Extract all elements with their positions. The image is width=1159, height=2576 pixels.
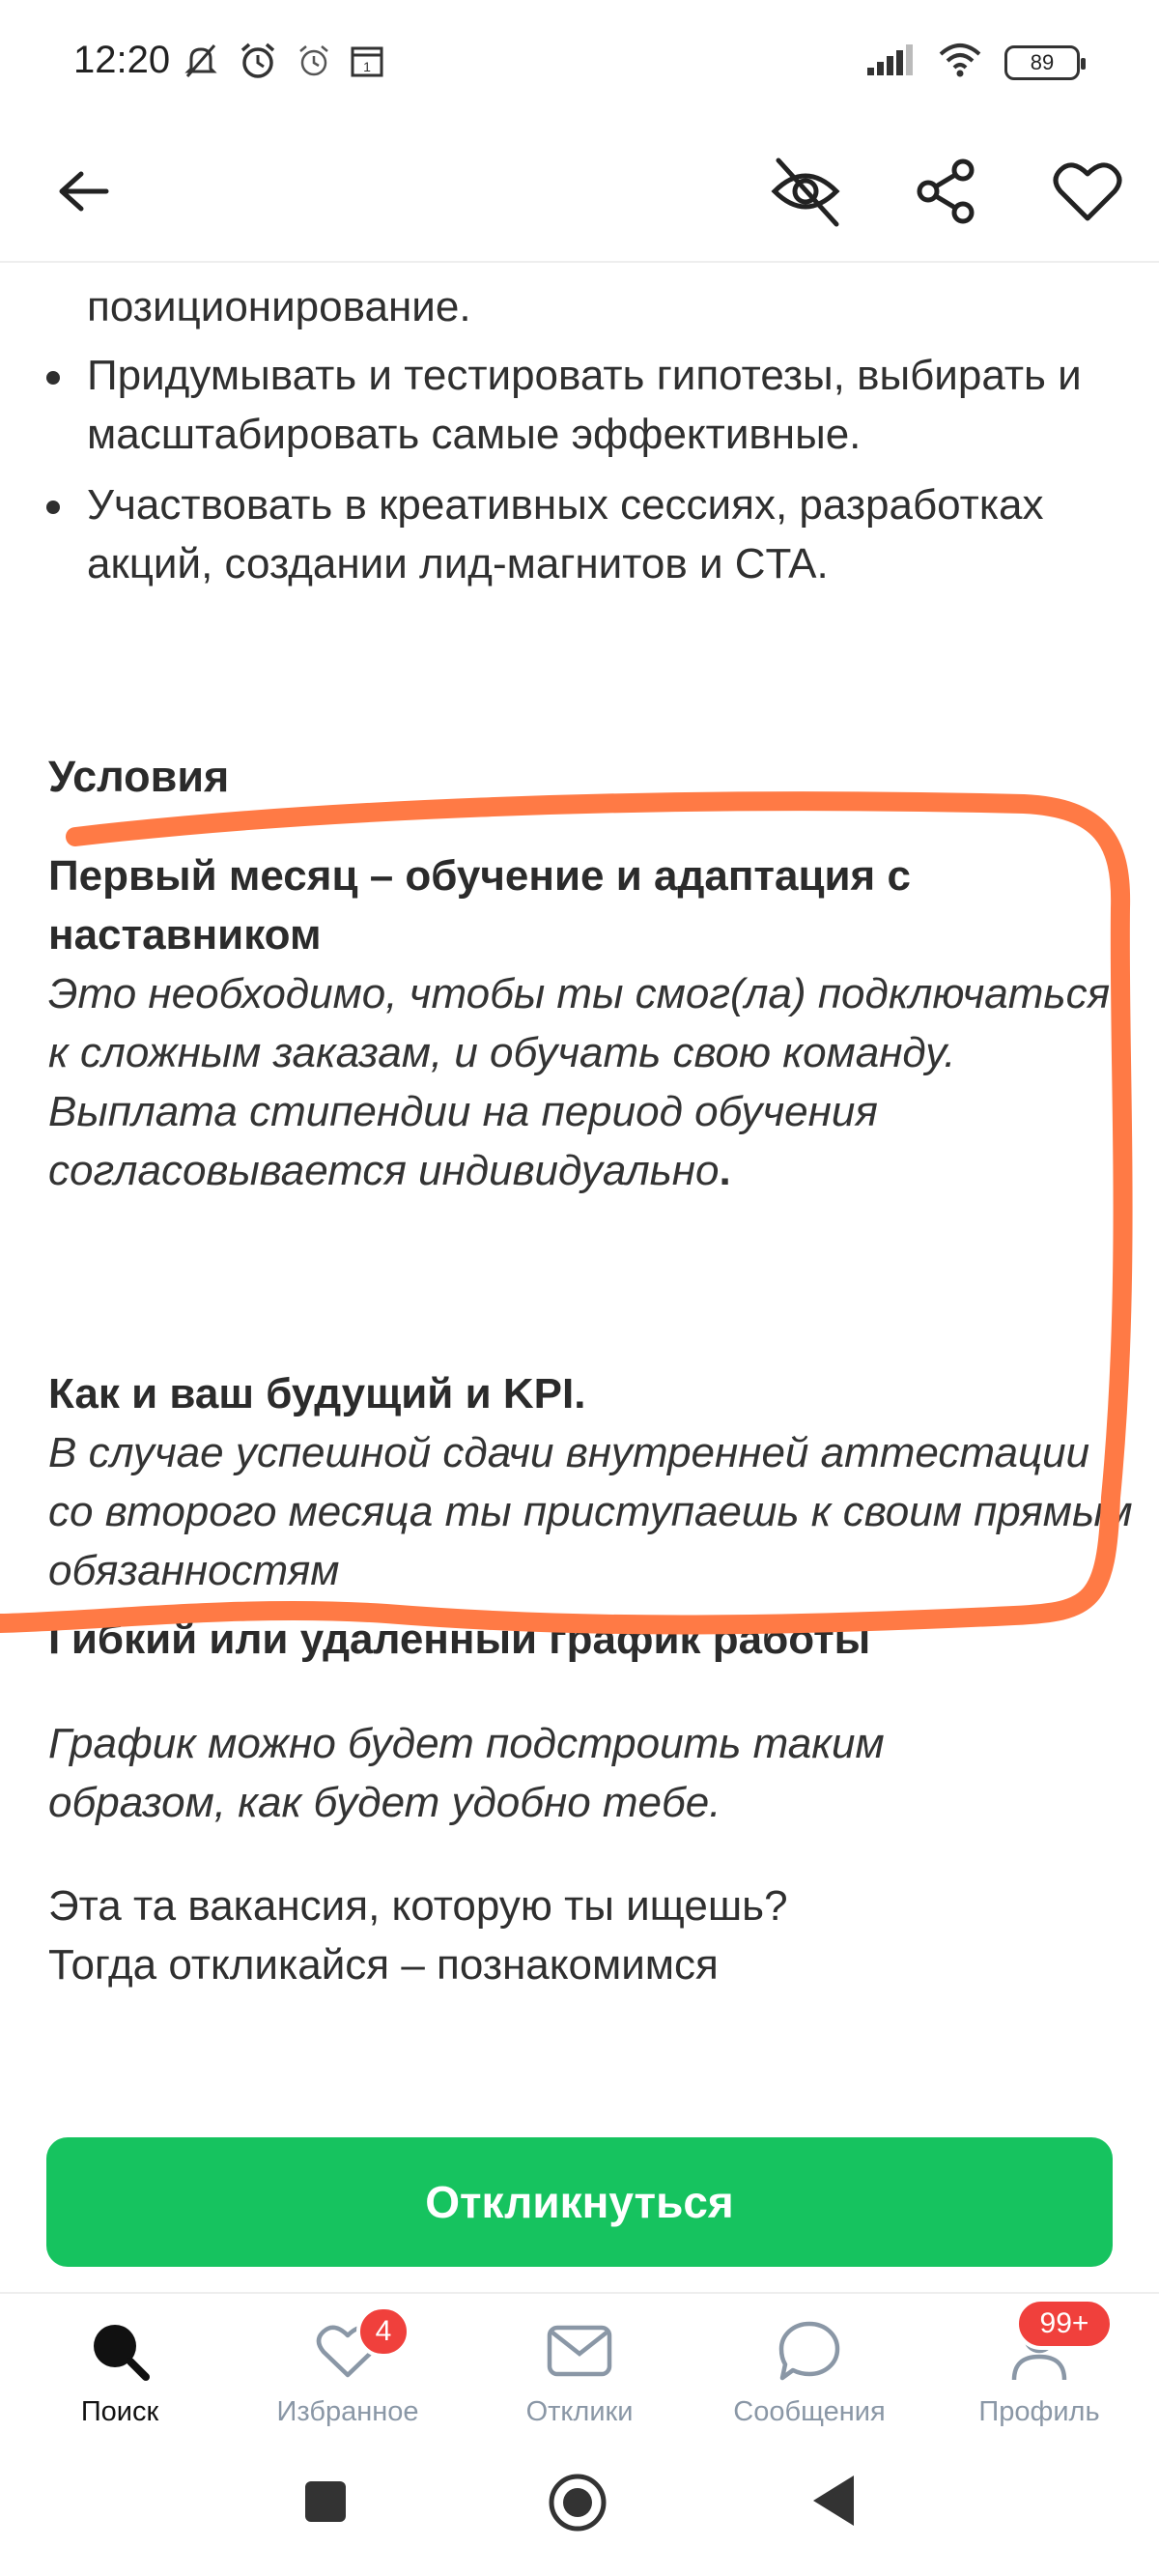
system-navigation-bar bbox=[0, 2437, 1159, 2576]
kpi-text: В случае успешной сдачи внутренней аттес… bbox=[48, 1429, 1133, 1594]
closing-text: Эта та вакансия, которую ты ищешь? Тогда… bbox=[48, 1882, 788, 1989]
alarm-icon bbox=[238, 41, 278, 86]
nav-item-responses[interactable]: Отклики bbox=[464, 2294, 695, 2439]
bullet bbox=[46, 371, 60, 385]
first-month-text: Это необходимо, чтобы ты смог(ла) подклю… bbox=[48, 970, 1111, 1194]
nav-label-responses: Отклики bbox=[525, 2396, 634, 2427]
mute-icon bbox=[182, 42, 220, 85]
nav-label-favorites: Избранное bbox=[276, 2396, 419, 2427]
recents-button[interactable] bbox=[303, 2479, 348, 2529]
status-icons-right: 89 bbox=[865, 43, 1086, 82]
chat-bubble-icon bbox=[777, 2320, 841, 2387]
favorites-badge: 4 bbox=[356, 2305, 410, 2358]
hide-button[interactable] bbox=[757, 145, 854, 242]
nav-item-search[interactable]: Поиск bbox=[4, 2294, 236, 2439]
first-month-heading: Первый месяц – обучение и адаптация с на… bbox=[48, 852, 911, 959]
bottom-navigation: Поиск 4 Избранное Отклики Сообщения 99+ … bbox=[0, 2292, 1159, 2437]
home-button[interactable] bbox=[547, 2472, 608, 2538]
nav-item-messages[interactable]: Сообщения bbox=[693, 2294, 925, 2439]
nav-label-search: Поиск bbox=[80, 2396, 159, 2427]
nav-item-profile[interactable]: 99+ Профиль bbox=[923, 2294, 1155, 2439]
list-item-partial: позиционирование. bbox=[87, 283, 471, 330]
schedule-text: График можно будет подстроить таким обра… bbox=[48, 1720, 885, 1826]
battery-icon: 89 bbox=[1004, 44, 1086, 80]
heart-icon bbox=[1053, 160, 1122, 227]
vacancy-description: позиционирование. Придумывать и тестиров… bbox=[0, 263, 1159, 2118]
nav-label-messages: Сообщения bbox=[733, 2396, 886, 2427]
back-arrow-icon bbox=[56, 170, 110, 217]
calendar-icon: 1 bbox=[350, 43, 384, 83]
share-button[interactable] bbox=[898, 145, 995, 242]
back-nav-button[interactable] bbox=[809, 2474, 858, 2533]
signal-icon bbox=[865, 44, 916, 80]
wifi-icon bbox=[937, 43, 983, 82]
respond-button[interactable]: Откликнуться bbox=[46, 2137, 1113, 2267]
conditions-heading: Условия bbox=[48, 752, 230, 801]
favorite-button[interactable] bbox=[1039, 145, 1136, 242]
hide-eye-icon bbox=[769, 155, 842, 233]
list-item: Придумывать и тестировать гипотезы, выби… bbox=[0, 346, 1159, 464]
status-icons-left: 1 bbox=[182, 41, 384, 86]
kpi-heading: Как и ваш будущий и KPI. bbox=[48, 1370, 586, 1417]
nav-item-favorites[interactable]: 4 Избранное bbox=[232, 2294, 464, 2439]
list-item: Участвовать в креативных сессиях, разраб… bbox=[0, 475, 1159, 593]
svg-text:1: 1 bbox=[363, 59, 371, 74]
bullet bbox=[46, 501, 60, 514]
back-button[interactable] bbox=[35, 145, 131, 242]
schedule-heading: Гибкий или удаленный график работы bbox=[48, 1616, 871, 1663]
status-bar: 12:20 1 89 bbox=[0, 0, 1159, 126]
share-icon bbox=[913, 157, 980, 230]
status-time: 12:20 bbox=[73, 39, 171, 81]
search-icon bbox=[88, 2319, 152, 2388]
envelope-icon bbox=[547, 2325, 612, 2382]
nav-label-profile: Профиль bbox=[978, 2396, 1100, 2427]
profile-badge: 99+ bbox=[1015, 2298, 1114, 2350]
alarm-clock-icon bbox=[296, 43, 332, 84]
top-app-bar bbox=[0, 126, 1159, 263]
duties-list: Придумывать и тестировать гипотезы, выби… bbox=[0, 346, 1159, 593]
